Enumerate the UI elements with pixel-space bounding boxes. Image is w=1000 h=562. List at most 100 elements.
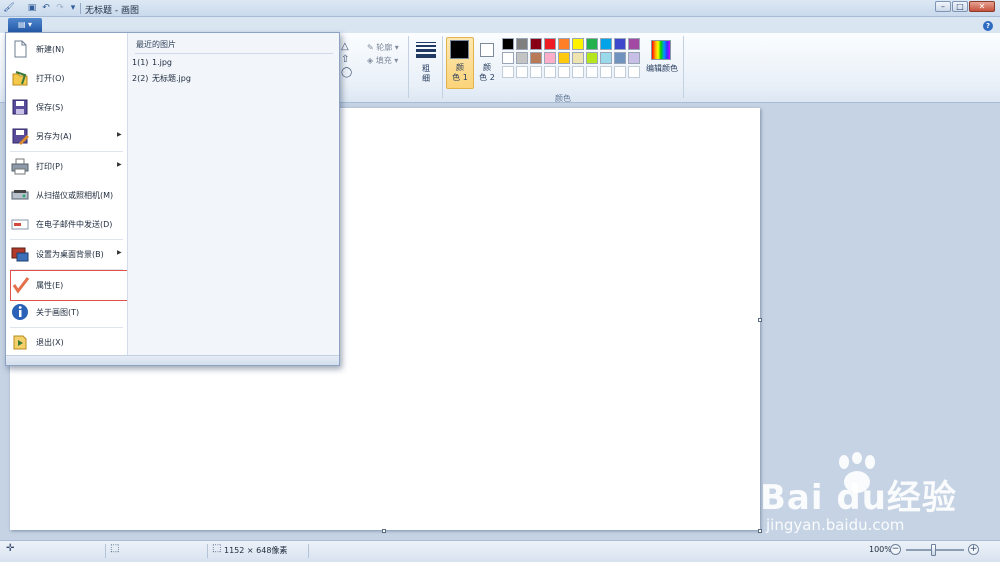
- cursor-position-icon: ✛: [6, 543, 15, 554]
- help-icon[interactable]: ?: [983, 21, 993, 31]
- palette-swatch[interactable]: [558, 38, 570, 50]
- paint-app-icon[interactable]: 🖌: [3, 2, 15, 14]
- menu-item-save[interactable]: 保存(S): [6, 93, 127, 122]
- save-as-icon: [12, 128, 29, 145]
- menu-item-print[interactable]: 打印(P) ▶: [6, 152, 127, 181]
- open-folder-icon: [12, 71, 28, 86]
- title-bar: [0, 0, 1000, 17]
- recent-pictures-panel: 最近的图片 1(1) 1.jpg 2(2) 无标题.jpg: [127, 33, 339, 355]
- edit-colors-label[interactable]: 编辑颜色: [644, 64, 680, 74]
- zoom-out-button[interactable]: −: [890, 544, 901, 555]
- image-dimensions: 1152 × 648像素: [224, 546, 288, 555]
- size-button-label[interactable]: 粗 细: [415, 64, 437, 84]
- color-palette[interactable]: [502, 38, 640, 78]
- menu-item-new[interactable]: 新建(N): [6, 35, 127, 64]
- menu-item-about[interactable]: 关于画图(T): [6, 298, 127, 327]
- palette-swatch[interactable]: [628, 66, 640, 78]
- recent-item-1[interactable]: 1(1) 1.jpg: [132, 58, 172, 67]
- canvas-resize-handle-right[interactable]: [758, 318, 762, 322]
- menu-item-properties[interactable]: 属性(E): [10, 270, 130, 301]
- menu-item-open[interactable]: 打开(O): [6, 64, 127, 93]
- palette-swatch[interactable]: [600, 52, 612, 64]
- palette-swatch[interactable]: [586, 66, 598, 78]
- menu-item-save-as[interactable]: 另存为(A) ▶: [6, 122, 127, 151]
- arrow-shape-icon[interactable]: ⇧: [341, 54, 349, 65]
- palette-swatch[interactable]: [502, 38, 514, 50]
- palette-swatch[interactable]: [530, 66, 542, 78]
- customize-toolbar-chevron-icon[interactable]: ▾: [67, 2, 79, 14]
- ribbon-group-separator: [442, 36, 443, 98]
- palette-swatch[interactable]: [530, 52, 542, 64]
- triangle-shape-icon[interactable]: △: [341, 41, 349, 52]
- palette-swatch[interactable]: [628, 52, 640, 64]
- line-size-icon[interactable]: [416, 42, 436, 60]
- palette-swatch[interactable]: [544, 38, 556, 50]
- watermark-brand: Bai du经验: [760, 478, 957, 518]
- fill-dropdown[interactable]: ◈ 填充 ▾: [367, 55, 398, 66]
- status-separator: [308, 544, 309, 558]
- menu-item-exit[interactable]: 退出(X): [6, 328, 127, 357]
- palette-swatch[interactable]: [558, 66, 570, 78]
- outline-icon: ✎: [367, 43, 377, 52]
- minimize-button[interactable]: –: [935, 1, 951, 12]
- palette-swatch[interactable]: [544, 52, 556, 64]
- color1-swatch: [450, 40, 469, 59]
- palette-swatch[interactable]: [516, 38, 528, 50]
- menu-item-desktop-background[interactable]: 设置为桌面背景(B) ▶: [6, 240, 127, 269]
- printer-icon: [11, 158, 29, 175]
- palette-swatch[interactable]: [572, 52, 584, 64]
- title-separator: [80, 3, 81, 14]
- palette-swatch[interactable]: [614, 66, 626, 78]
- menu-item-scanner[interactable]: 从扫描仪或照相机(M): [6, 181, 127, 210]
- callout-shape-icon[interactable]: ◯: [341, 67, 352, 78]
- palette-swatch[interactable]: [614, 38, 626, 50]
- info-icon: [12, 304, 28, 320]
- file-menu: 新建(N) 打开(O) 保存(S) 另存为(A) ▶ 打印(P) ▶ 从扫描仪或…: [5, 32, 340, 366]
- canvas-resize-handle-corner[interactable]: [758, 529, 762, 533]
- menu-item-email[interactable]: 在电子邮件中发送(D): [6, 210, 127, 239]
- palette-swatch[interactable]: [516, 66, 528, 78]
- new-file-icon: [14, 40, 27, 58]
- palette-swatch[interactable]: [502, 52, 514, 64]
- color2-swatch[interactable]: [480, 43, 494, 57]
- status-separator: [207, 544, 208, 558]
- redo-icon[interactable]: ↷: [54, 2, 66, 14]
- palette-swatch[interactable]: [572, 38, 584, 50]
- recent-item-2[interactable]: 2(2) 无标题.jpg: [132, 73, 191, 84]
- zoom-in-button[interactable]: +: [968, 544, 979, 555]
- quick-save-icon[interactable]: ▣: [26, 2, 38, 14]
- status-separator: [105, 544, 106, 558]
- canvas-resize-handle-bottom[interactable]: [382, 529, 386, 533]
- close-button[interactable]: ✕: [969, 1, 995, 12]
- outline-dropdown[interactable]: ✎ 轮廓 ▾: [367, 42, 399, 53]
- palette-swatch[interactable]: [572, 66, 584, 78]
- undo-icon[interactable]: ↶: [40, 2, 52, 14]
- palette-swatch[interactable]: [614, 52, 626, 64]
- palette-swatch[interactable]: [600, 38, 612, 50]
- palette-swatch[interactable]: [628, 38, 640, 50]
- palette-swatch[interactable]: [586, 38, 598, 50]
- palette-swatch[interactable]: [586, 52, 598, 64]
- ribbon-group-separator: [683, 36, 684, 98]
- window-title: 无标题 - 画图: [85, 6, 139, 16]
- palette-swatch[interactable]: [516, 52, 528, 64]
- email-icon: [11, 219, 29, 230]
- scanner-icon: [11, 190, 29, 200]
- zoom-slider-thumb[interactable]: [931, 544, 936, 556]
- file-menu-button[interactable]: ▤ ▾: [8, 18, 42, 32]
- color2-label[interactable]: 颜 色 2: [476, 63, 498, 83]
- ribbon-tab-strip: [0, 17, 1000, 33]
- recent-pictures-title: 最近的图片: [136, 40, 176, 49]
- edit-colors-icon[interactable]: [651, 40, 671, 60]
- palette-swatch[interactable]: [502, 66, 514, 78]
- file-menu-footer: [6, 355, 339, 365]
- image-size-icon: ⬚: [212, 543, 222, 554]
- palette-swatch[interactable]: [530, 38, 542, 50]
- colors-group-caption: 颜色: [555, 94, 571, 103]
- palette-swatch[interactable]: [544, 66, 556, 78]
- checkmark-icon: [12, 277, 30, 294]
- ribbon-group-separator: [408, 36, 409, 98]
- palette-swatch[interactable]: [558, 52, 570, 64]
- maximize-button[interactable]: □: [952, 1, 968, 12]
- palette-swatch[interactable]: [600, 66, 612, 78]
